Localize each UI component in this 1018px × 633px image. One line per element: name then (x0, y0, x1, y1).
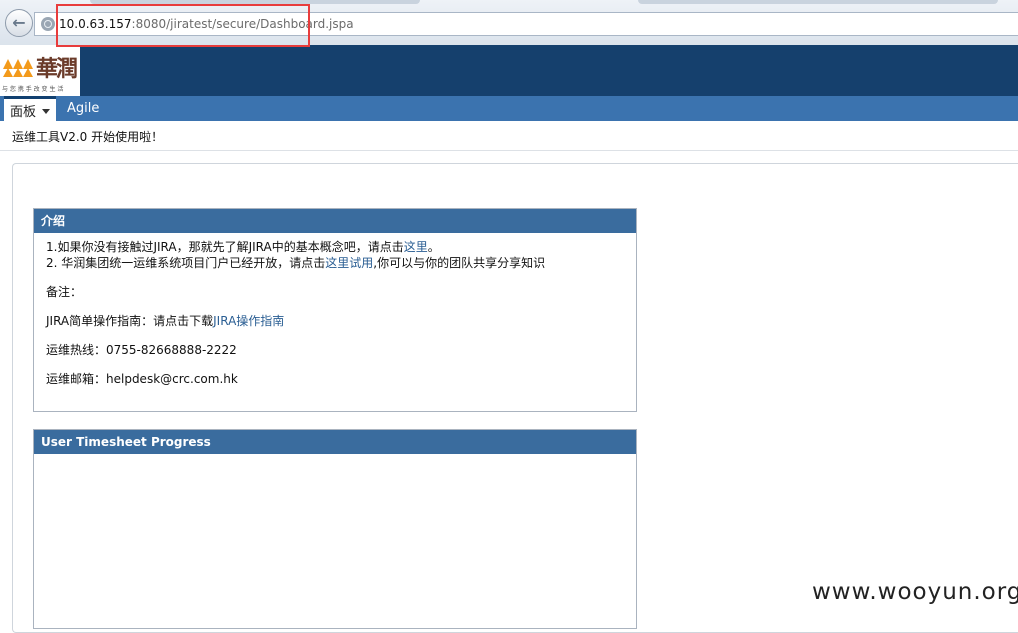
nav-agile-menu[interactable]: Agile (67, 101, 99, 116)
gadget-title[interactable]: User Timesheet Progress (34, 430, 636, 454)
intro-gadget: 介绍 1.如果你没有接触过JIRA，那就先了解JIRA中的基本概念吧，请点击这里… (33, 208, 637, 412)
logo-text: 華潤 (36, 56, 78, 82)
gadget-title[interactable]: 介绍 (34, 209, 636, 233)
chevron-down-icon (42, 109, 50, 114)
app-header (0, 45, 1018, 96)
guide-line: JIRA简单操作指南：请点击下载JIRA操作指南 (46, 313, 624, 329)
logo-slogan: 与 您 携 手 改 变 生 活 (2, 86, 64, 93)
gadget-body: 1.如果你没有接触过JIRA，那就先了解JIRA中的基本概念吧，请点击这里。 2… (34, 233, 636, 387)
back-button[interactable]: ← (5, 9, 33, 37)
nav-dashboards-label: 面板 (10, 105, 37, 120)
browser-tab-edge[interactable] (638, 0, 998, 4)
intro-line-1-text: 1.如果你没有接触过JIRA，那就先了解JIRA中的基本概念吧，请点击 (46, 240, 404, 254)
watermark-text: www.wooyun.org (812, 579, 1018, 605)
intro-line-2: 2. 华润集团统一运维系统项目门户已经开放，请点击这里试用,你可以与你的团队共享… (46, 255, 624, 271)
guide-text: JIRA简单操作指南：请点击下载 (46, 314, 214, 328)
announcement-banner: 运维工具V2.0 开始使用啦！ (12, 130, 164, 144)
timesheet-gadget: User Timesheet Progress (33, 429, 637, 629)
intro-line-2-end: ,你可以与你的团队共享分享知识 (373, 256, 546, 270)
hotline-text: 运维热线：0755-82668888-2222 (46, 343, 237, 357)
logo-wave-icon (3, 59, 33, 77)
url-highlight-box (56, 4, 310, 47)
intro-line-1-end: 。 (427, 240, 440, 254)
nav-dashboards-menu[interactable]: 面板 (4, 96, 56, 121)
intro-link-here[interactable]: 这里 (404, 240, 428, 254)
intro-link-try[interactable]: 这里试用 (325, 256, 373, 270)
globe-icon (41, 17, 55, 31)
note-label: 备注： (46, 285, 83, 299)
main-nav: 面板 Agile (0, 96, 1018, 121)
intro-line-1: 1.如果你没有接触过JIRA，那就先了解JIRA中的基本概念吧，请点击这里。 (46, 239, 624, 255)
divider (0, 150, 1018, 151)
back-arrow-icon: ← (12, 13, 26, 32)
company-logo[interactable]: 華潤 与 您 携 手 改 变 生 活 (0, 45, 80, 96)
intro-line-2-text: 2. 华润集团统一运维系统项目门户已经开放，请点击 (46, 256, 326, 270)
email-text: 运维邮箱：helpdesk@crc.com.hk (46, 372, 238, 386)
guide-download-link[interactable]: JIRA操作指南 (213, 314, 284, 328)
